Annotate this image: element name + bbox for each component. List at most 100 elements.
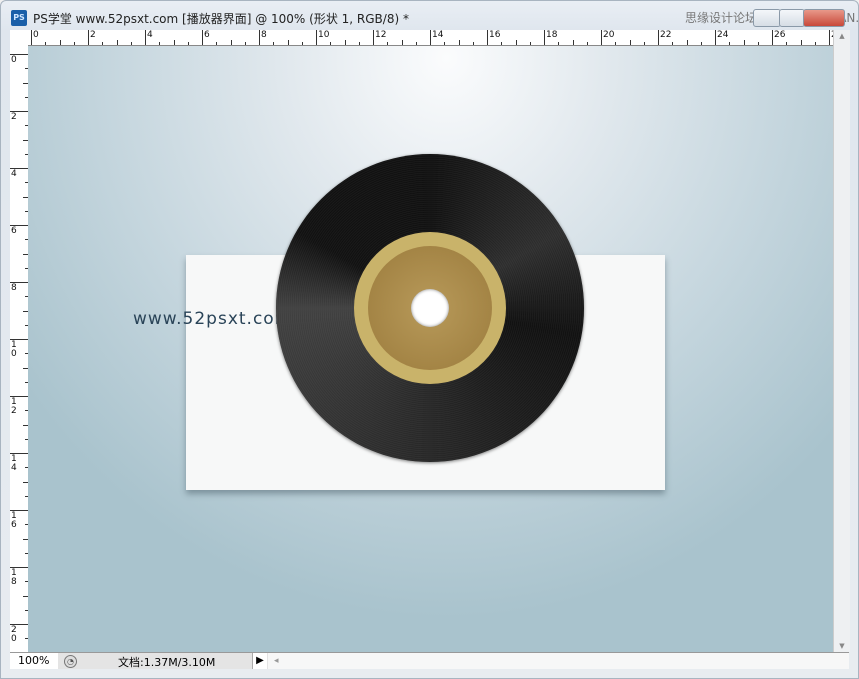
ruler-tick bbox=[401, 40, 403, 45]
ruler-tick bbox=[130, 42, 132, 45]
ruler-label: 20 bbox=[603, 30, 615, 40]
ruler-tick bbox=[715, 30, 716, 45]
ruler-label: 22 bbox=[660, 30, 672, 40]
ruler-tick bbox=[358, 42, 360, 45]
ruler-tick bbox=[444, 42, 446, 45]
ruler-tick bbox=[31, 30, 32, 45]
ruler-tick bbox=[786, 42, 788, 45]
ruler-tick bbox=[586, 42, 588, 45]
scroll-down-arrow[interactable]: ▼ bbox=[834, 642, 850, 650]
record-label-ring bbox=[354, 232, 506, 384]
ruler-tick bbox=[259, 30, 260, 45]
vertical-scrollbar[interactable]: ▲ ▼ bbox=[833, 30, 850, 652]
ruler-label: 10 bbox=[11, 340, 17, 359]
ruler-tick bbox=[814, 42, 816, 45]
ruler-label: 18 bbox=[11, 568, 17, 587]
ruler-tick bbox=[173, 40, 175, 45]
ruler-label: 6 bbox=[204, 30, 210, 40]
ruler-label: 12 bbox=[375, 30, 387, 40]
ruler-tick bbox=[73, 42, 75, 45]
ruler-tick bbox=[287, 40, 289, 45]
ruler-label: 16 bbox=[489, 30, 501, 40]
ruler-tick bbox=[216, 42, 218, 45]
ruler-tick bbox=[601, 30, 602, 45]
vinyl-record bbox=[276, 154, 584, 462]
ruler-tick bbox=[344, 40, 346, 45]
ruler-label: 4 bbox=[11, 169, 17, 179]
ruler-tick bbox=[301, 42, 303, 45]
ruler-tick bbox=[487, 30, 488, 45]
ruler-origin[interactable] bbox=[10, 30, 29, 46]
ruler-tick bbox=[187, 42, 189, 45]
ruler-label: 18 bbox=[546, 30, 558, 40]
ruler-tick bbox=[686, 40, 688, 45]
ruler-tick bbox=[202, 30, 203, 45]
zoom-level-field[interactable]: 100% bbox=[10, 653, 58, 669]
ruler-tick bbox=[88, 30, 89, 45]
ruler-label: 16 bbox=[11, 511, 17, 530]
ruler-label: 20 bbox=[11, 625, 17, 644]
maximize-button[interactable] bbox=[779, 9, 805, 27]
window-title: PS学堂 www.52psxt.com [播放器界面] @ 100% (形状 1… bbox=[33, 12, 409, 26]
ruler-tick bbox=[472, 42, 474, 45]
ruler-tick bbox=[330, 42, 332, 45]
ruler-label: 6 bbox=[11, 226, 17, 236]
ruler-tick bbox=[572, 40, 574, 45]
ruler-label: 4 bbox=[147, 30, 153, 40]
ruler-label: 2 bbox=[11, 112, 17, 122]
ruler-label: 0 bbox=[11, 55, 17, 65]
horizontal-scrollbar[interactable]: ◂ bbox=[268, 653, 849, 669]
horizontal-ruler[interactable]: 0246810121416182022242628 bbox=[28, 30, 833, 46]
ruler-tick bbox=[757, 42, 759, 45]
ruler-label: 14 bbox=[432, 30, 444, 40]
ruler-label: 12 bbox=[11, 397, 17, 416]
ruler-tick bbox=[700, 42, 702, 45]
ruler-tick bbox=[615, 42, 617, 45]
status-bar: 100% ◔ 文档:1.37M/3.10M ▶ ◂ bbox=[10, 652, 849, 669]
ruler-tick bbox=[273, 42, 275, 45]
ruler-tick bbox=[415, 42, 417, 45]
ruler-tick bbox=[501, 42, 503, 45]
ruler-tick bbox=[458, 40, 460, 45]
ruler-tick bbox=[800, 40, 802, 45]
ruler-tick bbox=[544, 30, 545, 45]
ruler-tick bbox=[658, 30, 659, 45]
ruler-tick bbox=[829, 30, 830, 45]
ruler-label: 14 bbox=[11, 454, 17, 473]
ruler-tick bbox=[145, 30, 146, 45]
clock-icon[interactable]: ◔ bbox=[64, 655, 77, 668]
ruler-tick bbox=[316, 30, 317, 45]
ruler-label: 0 bbox=[33, 30, 39, 40]
status-menu-arrow[interactable]: ▶ bbox=[252, 653, 267, 669]
ruler-tick bbox=[45, 42, 47, 45]
ruler-tick bbox=[244, 42, 246, 45]
ruler-label: 8 bbox=[261, 30, 267, 40]
scroll-up-arrow[interactable]: ▲ bbox=[834, 32, 850, 40]
ruler-label: 8 bbox=[11, 283, 17, 293]
ruler-tick bbox=[629, 40, 631, 45]
ruler-tick bbox=[430, 30, 431, 45]
scroll-left-arrow[interactable]: ◂ bbox=[268, 656, 279, 666]
ruler-tick bbox=[772, 30, 773, 45]
vertical-ruler[interactable]: 0 2 4 6 8 10 12 14 16 18 20 bbox=[10, 45, 29, 652]
ruler-label: 24 bbox=[717, 30, 729, 40]
ruler-label: 10 bbox=[318, 30, 330, 40]
ruler-tick bbox=[102, 42, 104, 45]
ruler-tick bbox=[558, 42, 560, 45]
close-button[interactable] bbox=[803, 9, 845, 27]
site-watermark: www.52psxt.com bbox=[133, 309, 293, 329]
ruler-tick bbox=[672, 42, 674, 45]
document-size-info: 文档:1.37M/3.10M bbox=[118, 656, 216, 669]
ruler-tick bbox=[116, 40, 118, 45]
spindle-hole bbox=[411, 289, 449, 327]
ruler-tick bbox=[529, 42, 531, 45]
ruler-tick bbox=[743, 40, 745, 45]
canvas[interactable]: www.52psxt.com bbox=[28, 46, 833, 652]
ruler-tick bbox=[59, 40, 61, 45]
minimize-button[interactable] bbox=[753, 9, 781, 27]
ruler-tick bbox=[387, 42, 389, 45]
ruler-tick bbox=[643, 42, 645, 45]
record-label bbox=[368, 246, 492, 370]
ruler-tick bbox=[373, 30, 374, 45]
ruler-tick bbox=[729, 42, 731, 45]
